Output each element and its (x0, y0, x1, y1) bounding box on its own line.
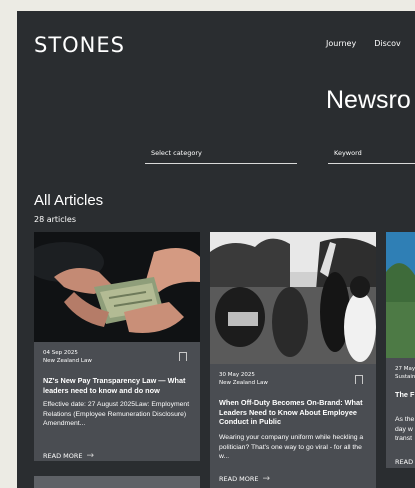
keyword-input[interactable]: Keyword (328, 147, 415, 164)
article-excerpt: Effective date: 27 August 2025Law: Emplo… (43, 401, 190, 427)
read-more-link[interactable]: READ MORE → (43, 451, 94, 461)
article-title[interactable]: The F Shift (395, 390, 415, 400)
article-card[interactable] (34, 476, 200, 488)
article-category: New Zealand Law (43, 358, 92, 364)
article-card[interactable]: 04 Sep 2025 New Zealand Law NZ's New Pay… (34, 232, 200, 461)
category-placeholder: Select category (151, 149, 202, 157)
read-more-link[interactable]: READ MORE → (219, 474, 270, 484)
article-date: 30 May 2025 (219, 372, 255, 378)
article-date: 04 Sep 2025 (43, 350, 78, 356)
bookmark-icon[interactable] (179, 352, 187, 364)
article-title[interactable]: NZ's New Pay Transparency Law — What lea… (43, 376, 195, 395)
read-more-label: READ MORE (43, 452, 83, 460)
page-title: Newsro (326, 86, 411, 114)
read-more-link[interactable]: READ (395, 458, 413, 466)
article-count: 28 articles (34, 215, 76, 224)
page-panel: STONES Journey Discov Newsro Select categ… (17, 11, 415, 488)
article-image-landscape (386, 232, 415, 358)
nav-journey[interactable]: Journey (326, 39, 356, 48)
arrow-right-icon: → (86, 451, 95, 461)
article-image (34, 476, 200, 488)
article-date: 27 May (395, 366, 415, 372)
category-select[interactable]: Select category (145, 147, 297, 164)
article-excerpt: Wearing your company uniform while heckl… (219, 434, 364, 460)
logo[interactable]: STONES (34, 33, 125, 57)
arrow-right-icon: → (262, 474, 271, 484)
article-card[interactable]: 30 May 2025 New Zealand Law When Off-Dut… (210, 232, 376, 488)
read-more-label: READ (395, 458, 414, 466)
article-card[interactable]: 27 May Sustain The F Shift As the day w … (386, 232, 415, 468)
read-more-label: READ MORE (219, 475, 259, 483)
article-category: New Zealand Law (219, 380, 268, 386)
bookmark-icon[interactable] (355, 375, 363, 387)
article-title[interactable]: When Off-Duty Becomes On-Brand: What Lea… (219, 398, 371, 427)
nav-discover[interactable]: Discov (374, 39, 401, 48)
article-image-money (34, 232, 200, 342)
main-nav: Journey Discov (326, 39, 415, 48)
article-category: Sustain (395, 374, 415, 380)
article-excerpt: As the day w transt (395, 416, 415, 442)
section-title: All Articles (34, 192, 104, 209)
article-meta: 30 May 2025 New Zealand Law (219, 371, 268, 387)
article-meta: 04 Sep 2025 New Zealand Law (43, 349, 92, 365)
article-meta: 27 May Sustain (395, 365, 415, 381)
article-image-protest (210, 232, 376, 364)
keyword-placeholder: Keyword (334, 149, 362, 157)
